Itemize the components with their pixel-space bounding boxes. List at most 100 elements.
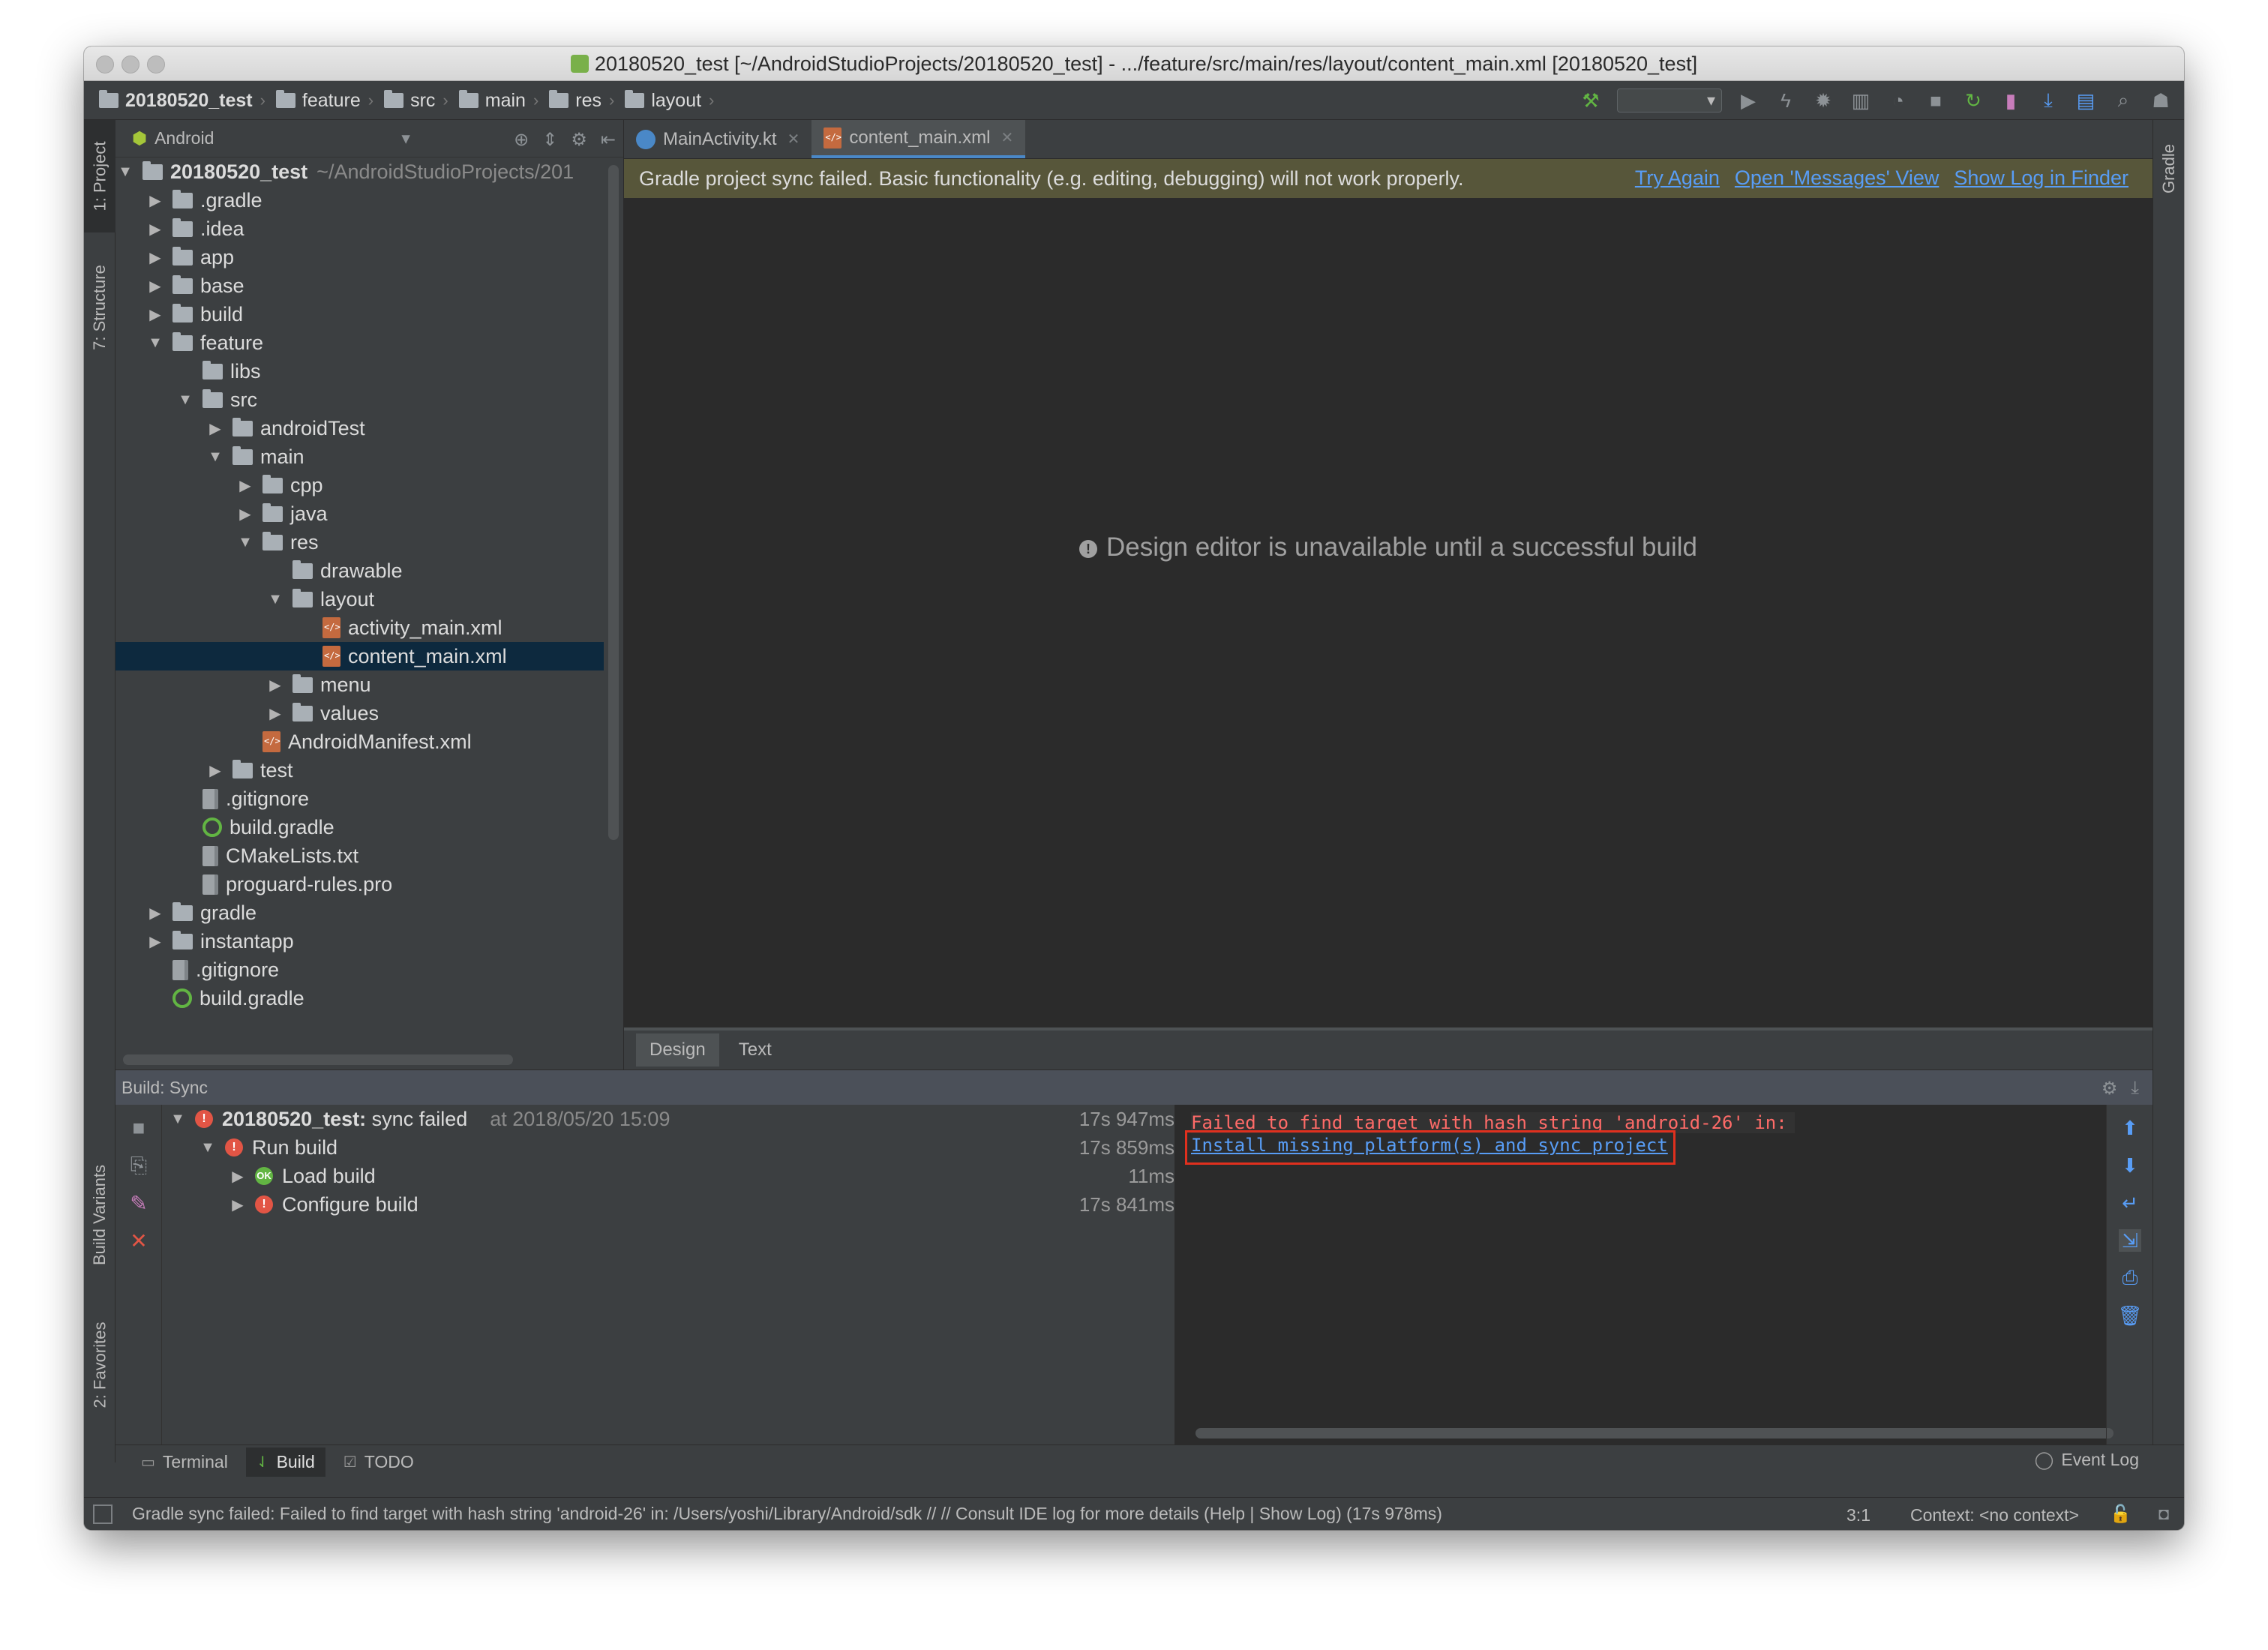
build-tree-root[interactable]: ▼ ! 20180520_test: sync failed at 2018/0… (162, 1105, 1174, 1133)
close-icon[interactable]: ✕ (1000, 128, 1013, 147)
tree-item[interactable]: ▼ src (116, 386, 604, 414)
hide-panel-icon[interactable]: ⤓ (2131, 1078, 2139, 1100)
user-icon[interactable]: ☗ (2150, 89, 2172, 112)
chevron-right-icon[interactable]: ▶ (237, 505, 254, 524)
tree-item[interactable]: proguard-rules.pro (116, 870, 604, 898)
tree-item[interactable]: ▼ res (116, 528, 604, 556)
tree-item[interactable]: ▶ build (116, 300, 604, 328)
gear-icon[interactable]: ⚙ (2102, 1078, 2118, 1100)
vertical-scrollbar[interactable] (608, 165, 619, 840)
tree-item[interactable]: ▼ layout (116, 585, 604, 614)
tree-item[interactable]: ▶ test (116, 756, 604, 784)
tree-item[interactable]: activity_main.xml (116, 614, 604, 642)
tree-item[interactable]: AndroidManifest.xml (116, 728, 604, 756)
build-tree-configure-build[interactable]: ▶ ! Configure build 17s 841ms (162, 1190, 1174, 1219)
chevron-right-icon[interactable]: ▶ (147, 904, 164, 922)
event-log-button[interactable]: ◯ Event Log (2035, 1450, 2139, 1470)
tree-item[interactable]: ▶ base (116, 272, 604, 300)
breadcrumb-item-main[interactable]: main › (458, 90, 538, 112)
caret-position[interactable]: 3:1 (1846, 1505, 1870, 1526)
tab-gradle[interactable]: Gradle (2153, 120, 2184, 218)
chevron-right-icon[interactable]: ▶ (147, 191, 164, 210)
tree-item[interactable]: ▶ values (116, 699, 604, 728)
arrow-up-icon[interactable]: ⬆ (2119, 1117, 2141, 1139)
tree-item[interactable]: build.gradle (116, 984, 604, 1012)
status-message[interactable]: Gradle sync failed: Failed to find targe… (132, 1504, 1442, 1524)
arrow-down-icon[interactable]: ⬇ (2119, 1154, 2141, 1177)
run-configuration-dropdown[interactable] (1617, 88, 1722, 112)
search-icon[interactable]: ⌕ (2112, 88, 2134, 112)
stop-icon[interactable]: ■ (128, 1116, 150, 1139)
install-missing-platform-link[interactable]: Install missing platform(s) and sync pro… (1191, 1135, 1668, 1156)
tree-item[interactable]: ▶ .idea (116, 214, 604, 243)
chevron-right-icon[interactable]: ▶ (147, 220, 164, 238)
breadcrumb-item-layout[interactable]: layout › (625, 90, 714, 112)
show-log-in-finder-link[interactable]: Show Log in Finder (1954, 166, 2128, 190)
breadcrumb-item-src[interactable]: src › (384, 90, 448, 112)
tab-design[interactable]: Design (636, 1034, 719, 1066)
horizontal-scrollbar[interactable] (123, 1054, 513, 1065)
soft-wrap-icon[interactable]: ↵ (2119, 1192, 2141, 1214)
tree-item[interactable]: ▶ app (116, 243, 604, 272)
tree-item[interactable]: libs (116, 357, 604, 386)
tab-favorites[interactable]: 2: Favorites (84, 1305, 116, 1425)
chevron-down-icon[interactable]: ▼ (237, 534, 254, 551)
tree-item[interactable]: ▼ feature (116, 328, 604, 357)
console-horizontal-scrollbar[interactable] (1196, 1428, 2114, 1438)
project-view-selector[interactable]: ⬢ Android ▾ ⊕ ⇕ ⚙ ⇤ (116, 120, 623, 158)
collapse-all-icon[interactable]: ⇕ (542, 129, 557, 151)
breadcrumb-item-project[interactable]: 20180520_test › (99, 90, 266, 112)
tab-terminal[interactable]: ▭ Terminal (130, 1448, 238, 1477)
tree-item[interactable]: .gitignore (116, 784, 604, 813)
tab-content-main-xml[interactable]: content_main.xml✕ (812, 120, 1026, 158)
tree-item[interactable]: drawable (116, 556, 604, 585)
print-icon[interactable]: ⎙ (2119, 1266, 2141, 1289)
chevron-right-icon[interactable]: ▶ (207, 419, 224, 438)
lock-icon[interactable]: 🔓 (2110, 1504, 2132, 1524)
breadcrumb-item-res[interactable]: res › (549, 90, 614, 112)
tree-item[interactable]: ▶ java (116, 500, 604, 528)
profile-icon[interactable]: ◔ (1887, 89, 1910, 112)
tab-mainactivity-kt[interactable]: MainActivity.kt ✕ (624, 120, 812, 158)
debug-icon[interactable]: ✹ (1812, 89, 1834, 112)
trash-icon[interactable]: 🗑 (2118, 1304, 2143, 1327)
tree-item[interactable]: ▶ instantapp (116, 927, 604, 956)
tree-root[interactable]: ▼ 20180520_test ~/AndroidStudioProjects/… (116, 158, 604, 186)
chevron-down-icon[interactable]: ▼ (177, 392, 194, 409)
chevron-right-icon[interactable]: ▶ (267, 704, 284, 723)
scroll-to-end-icon[interactable]: ⇲ (2119, 1229, 2141, 1252)
build-tree-run-build[interactable]: ▼ ! Run build 17s 859ms (162, 1133, 1174, 1162)
breadcrumb-item-feature[interactable]: feature › (275, 90, 374, 112)
tree-item[interactable]: content_main.xml (116, 642, 604, 670)
chevron-right-icon[interactable]: ▶ (147, 277, 164, 296)
tree-item[interactable]: .gitignore (116, 956, 604, 984)
sync-icon[interactable]: ↻ (1962, 89, 1984, 112)
toggle-view-icon[interactable]: ⎘ (128, 1154, 150, 1177)
sdk-manager-icon[interactable]: ⤓ (2037, 88, 2060, 112)
build-tree-load-build[interactable]: ▶ OK Load build 11ms (162, 1162, 1174, 1190)
chevron-down-icon[interactable]: ▼ (267, 591, 284, 608)
close-icon[interactable]: ✕ (128, 1229, 150, 1252)
close-icon[interactable]: ✕ (788, 130, 800, 148)
project-structure-icon[interactable]: ▤ (2074, 89, 2097, 112)
tab-build-variants[interactable]: Build Variants (84, 1140, 116, 1290)
chevron-right-icon[interactable]: ▶ (147, 305, 164, 324)
stop-icon[interactable]: ■ (1924, 89, 1947, 112)
open-messages-view-link[interactable]: Open 'Messages' View (1735, 166, 1939, 190)
hide-panel-icon[interactable]: ⇤ (601, 129, 616, 151)
run-icon[interactable]: ▶ (1737, 89, 1760, 112)
tree-item[interactable]: CMakeLists.txt (116, 842, 604, 870)
chevron-right-icon[interactable]: ▶ (147, 248, 164, 267)
avd-manager-icon[interactable]: ▮ (2000, 89, 2022, 112)
tab-build[interactable]: ⇃ Build (245, 1448, 326, 1477)
chevron-down-icon[interactable]: ▼ (147, 334, 164, 352)
tab-text[interactable]: Text (725, 1034, 785, 1066)
pin-icon[interactable]: ✎ (128, 1192, 150, 1215)
tree-item[interactable]: ▶ androidTest (116, 414, 604, 442)
locate-icon[interactable]: ⊕ (514, 129, 529, 151)
tree-item[interactable]: ▶ gradle (116, 898, 604, 927)
tab-todo[interactable]: ☑ TODO (333, 1448, 424, 1477)
tool-windows-toggle-icon[interactable] (93, 1504, 112, 1524)
chevron-right-icon[interactable]: ▶ (207, 761, 224, 780)
tab-project[interactable]: 1: Project (84, 120, 116, 232)
